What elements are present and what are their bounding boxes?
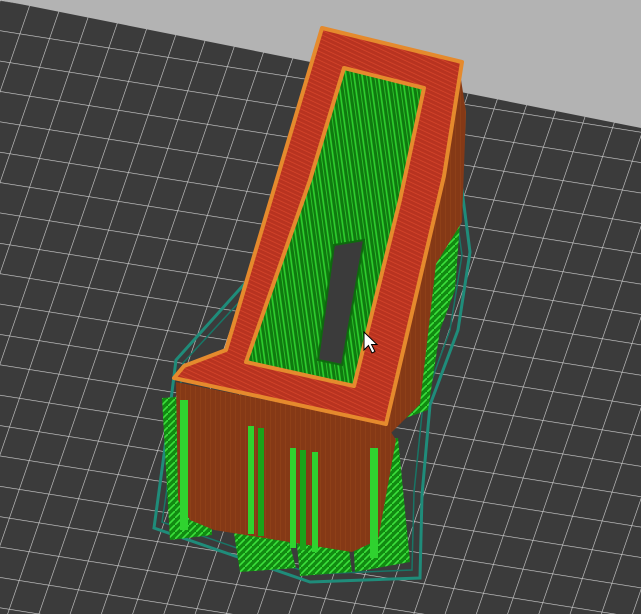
slicer-preview-viewport[interactable] bbox=[0, 0, 641, 614]
preview-canvas[interactable] bbox=[0, 0, 641, 614]
